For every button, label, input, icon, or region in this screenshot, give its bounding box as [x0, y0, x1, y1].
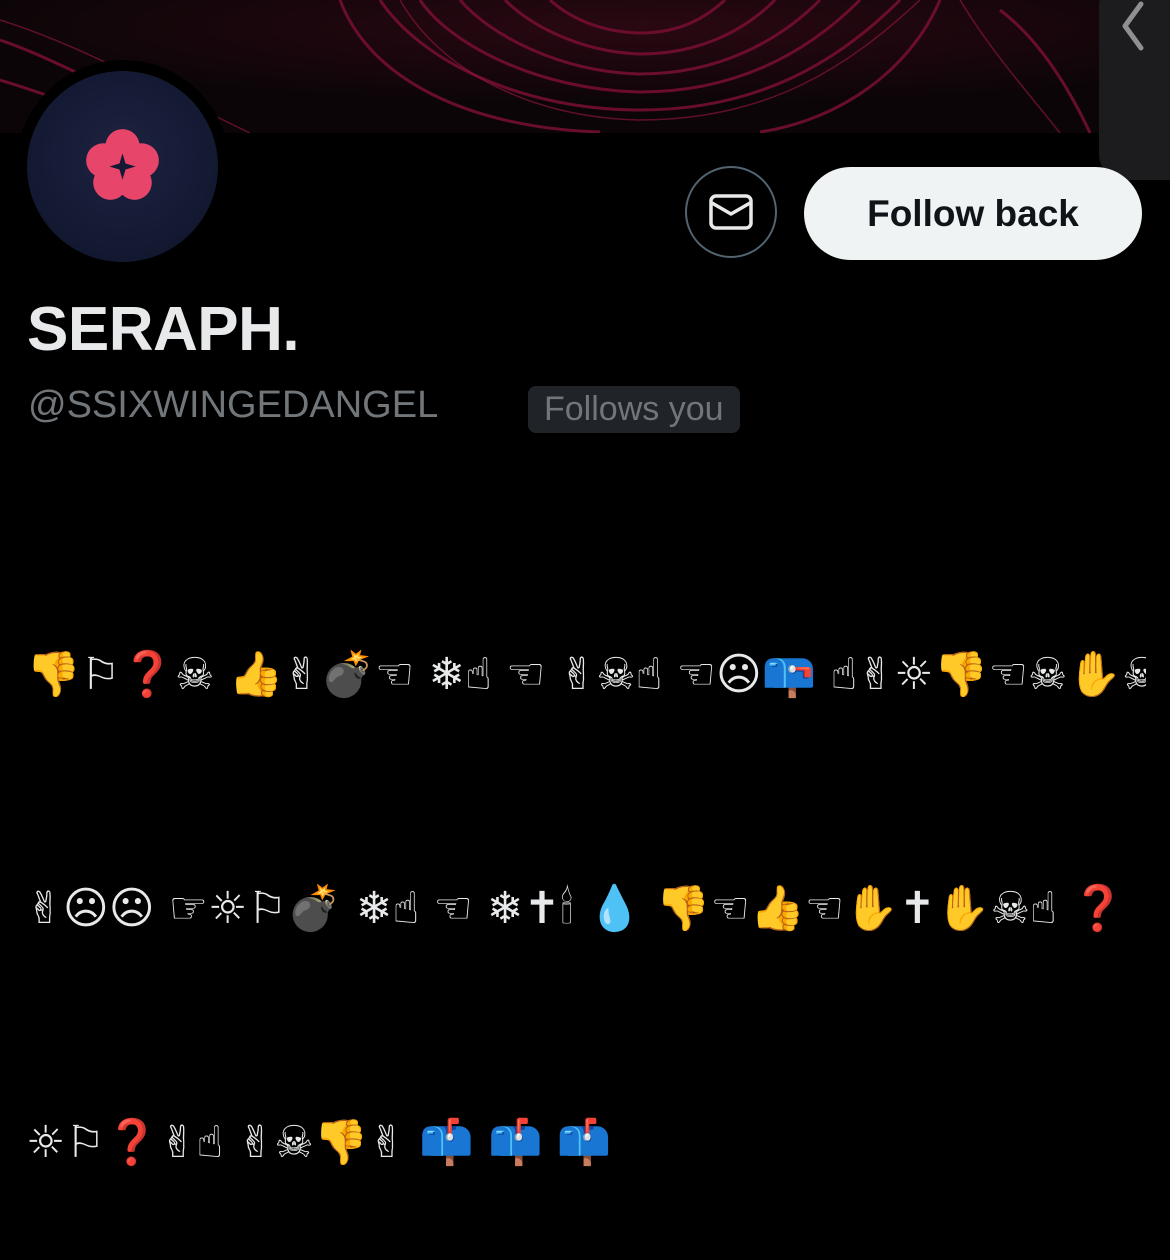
message-button[interactable]: [685, 166, 777, 258]
display-name: SERAPH.: [27, 295, 300, 364]
profile-bio: 👎⚐❓☠ 👍✌💣☜ ❄☝ ☜ ✌☠☝ ☜☹📪 ☝✌☼👎☜☠✋☠☝ ✌☹☹ ☞☼⚐…: [26, 480, 1146, 1260]
avatar[interactable]: [27, 71, 218, 262]
follow-back-button[interactable]: Follow back: [804, 167, 1142, 260]
bio-line-3: ☼⚐❓✌☝ ✌☠👎✌ 📫 📫 📫: [26, 1117, 612, 1168]
bio-line-1: 👎⚐❓☠ 👍✌💣☜ ❄☝ ☜ ✌☠☝ ☜☹📪 ☝✌☼👎☜☠✋☠☝: [26, 649, 1146, 700]
user-handle: @SSIXWINGEDANGEL: [28, 384, 439, 426]
follows-you-badge: Follows you: [528, 386, 740, 433]
mail-icon: [709, 194, 753, 230]
chevron-left-icon: [1122, 1, 1144, 51]
pink-flower-star-icon: [86, 129, 159, 200]
side-panel-handle[interactable]: [1099, 0, 1170, 180]
bio-line-2: ✌☹☹ ☞☼⚐💣 ❄☝ ☜ ❄✝🕯 💧 👎☜👍☜✋✝✋☠☝ ❓: [26, 883, 1126, 934]
